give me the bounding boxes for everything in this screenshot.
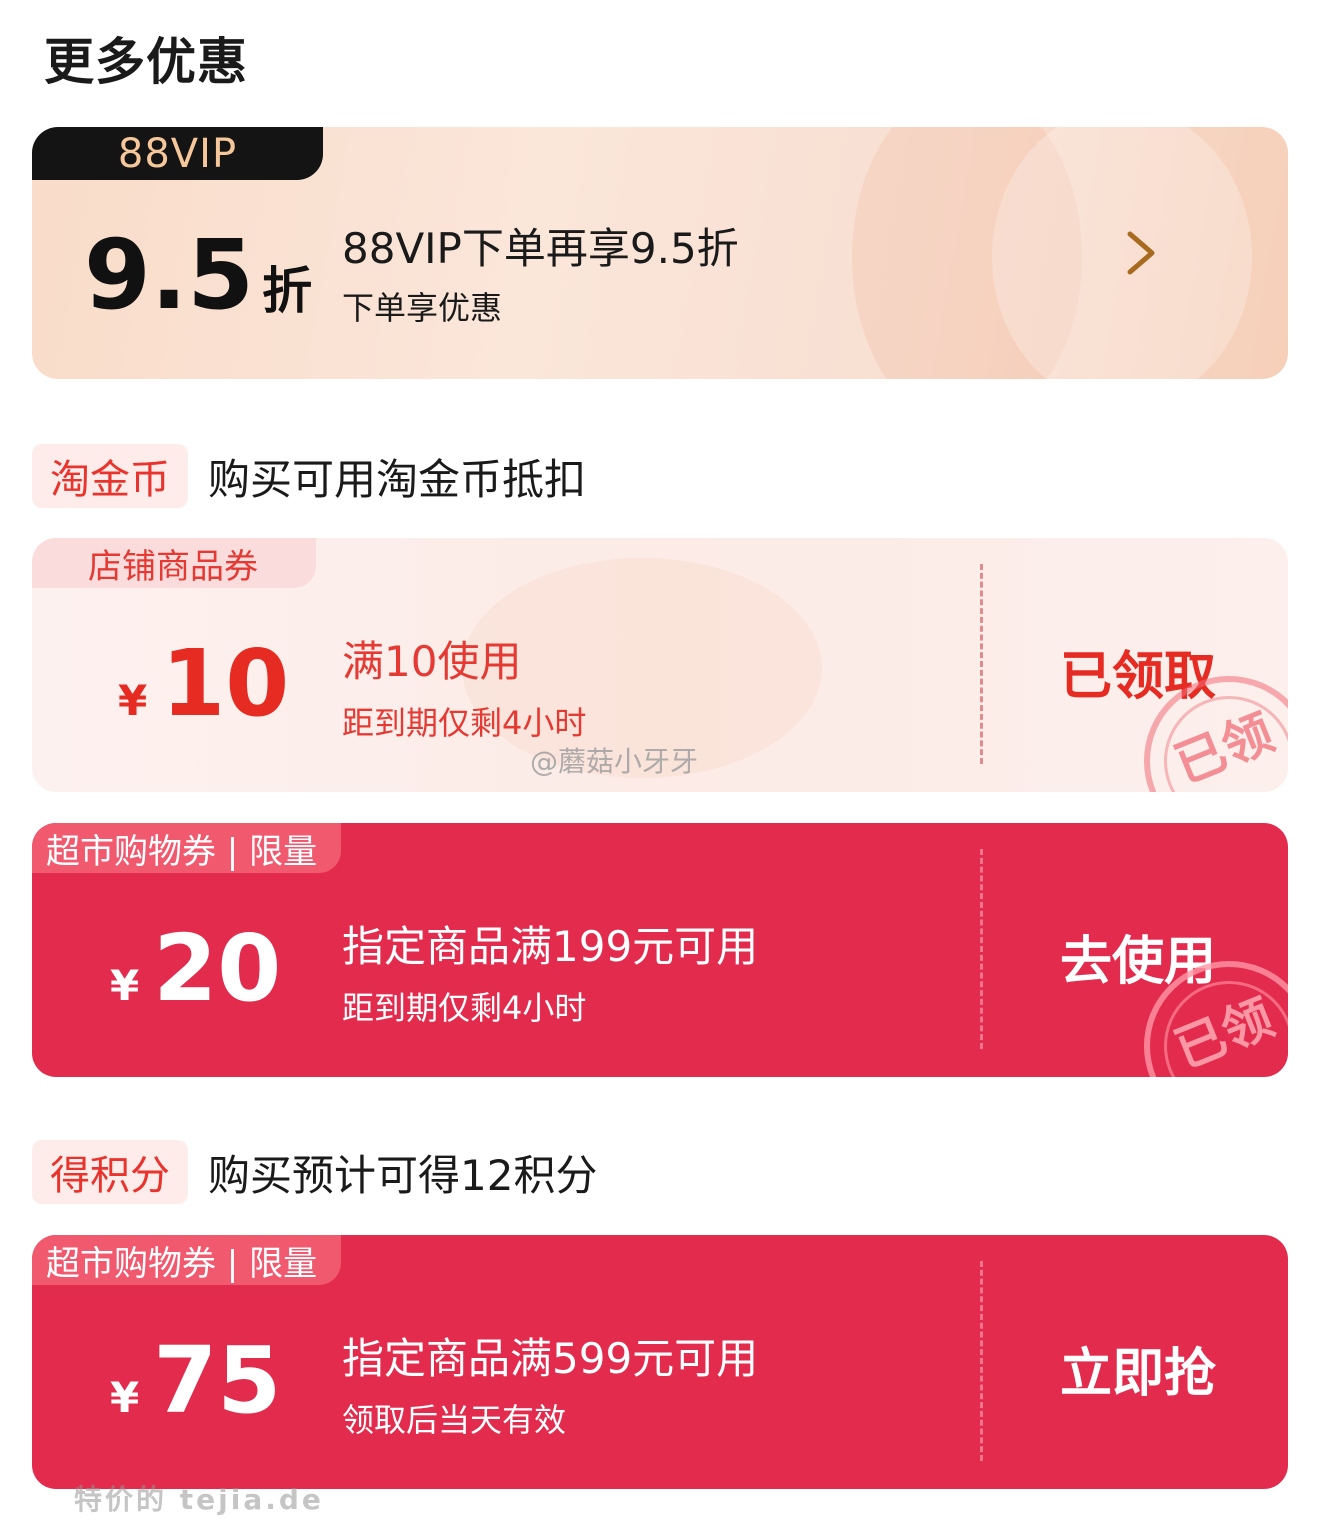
vip-title: 88VIP下单再享9.5折 xyxy=(342,224,739,273)
coupon-type-tag: 超市购物券 | 限量 xyxy=(32,1235,342,1285)
site-watermark: 特价的 tejia.de xyxy=(74,1483,324,1516)
vip-discount-unit: 折 xyxy=(262,262,313,320)
vip-discount-number: 9.5 xyxy=(84,219,255,331)
coupon-expiry-note: 距到期仅剩4小时 xyxy=(342,989,587,1027)
currency-symbol: ¥ xyxy=(110,1373,140,1422)
coupon-amount-value: 10 xyxy=(161,630,290,737)
supermarket-coupon-card[interactable]: 超市购物券 | 限量 ¥ 75 指定商品满599元可用 领取后当天有效 立即抢 xyxy=(32,1235,1288,1489)
grab-coupon-button[interactable]: 立即抢 xyxy=(1060,1331,1216,1406)
weibo-watermark: @蘑菇小牙牙 xyxy=(530,745,699,778)
vip-subtitle: 下单享优惠 xyxy=(342,289,503,327)
coupon-type-tag: 超市购物券 | 限量 xyxy=(32,823,342,873)
currency-symbol: ¥ xyxy=(118,676,148,725)
points-tag: 得积分 xyxy=(32,1140,188,1204)
taojinbi-row: 淘金币 购买可用淘金币抵扣 xyxy=(32,444,586,508)
points-text: 购买预计可得12积分 xyxy=(208,1150,598,1200)
supermarket-coupon-card[interactable]: 超市购物券 | 限量 ¥ 20 指定商品满199元可用 距到期仅剩4小时 去使用… xyxy=(32,823,1288,1077)
coupon-amount: ¥ 10 xyxy=(118,638,289,730)
vip-badge-label: 88VIP xyxy=(117,130,238,177)
vip-badge: 88VIP xyxy=(32,127,323,180)
taojinbi-text: 购买可用淘金币抵扣 xyxy=(208,454,587,504)
points-row: 得积分 购买预计可得12积分 xyxy=(32,1140,597,1204)
coupon-amount-value: 20 xyxy=(153,915,282,1022)
coupon-validity-note: 领取后当天有效 xyxy=(342,1401,567,1439)
taojinbi-tag: 淘金币 xyxy=(32,444,188,508)
vip-discount-value: 9.5 折 xyxy=(84,227,312,323)
coupon-type-tag: 店铺商品券 xyxy=(32,538,316,588)
dashed-divider xyxy=(980,849,983,1049)
dashed-divider xyxy=(980,1261,983,1461)
page-title: 更多优惠 xyxy=(44,33,248,91)
coupon-amount-value: 75 xyxy=(153,1327,282,1434)
coupon-amount: ¥ 20 xyxy=(110,923,281,1015)
coupon-amount: ¥ 75 xyxy=(110,1335,281,1427)
coupon-condition: 满10使用 xyxy=(342,637,522,686)
coupon-condition: 指定商品满599元可用 xyxy=(342,1334,759,1383)
chevron-right-icon[interactable] xyxy=(1122,230,1162,276)
vip-discount-card[interactable]: 88VIP 9.5 折 88VIP下单再享9.5折 下单享优惠 xyxy=(32,127,1288,379)
dashed-divider xyxy=(980,564,983,764)
currency-symbol: ¥ xyxy=(110,961,140,1010)
coupon-condition: 指定商品满199元可用 xyxy=(342,922,759,971)
coupon-expiry-note: 距到期仅剩4小时 xyxy=(342,704,587,742)
